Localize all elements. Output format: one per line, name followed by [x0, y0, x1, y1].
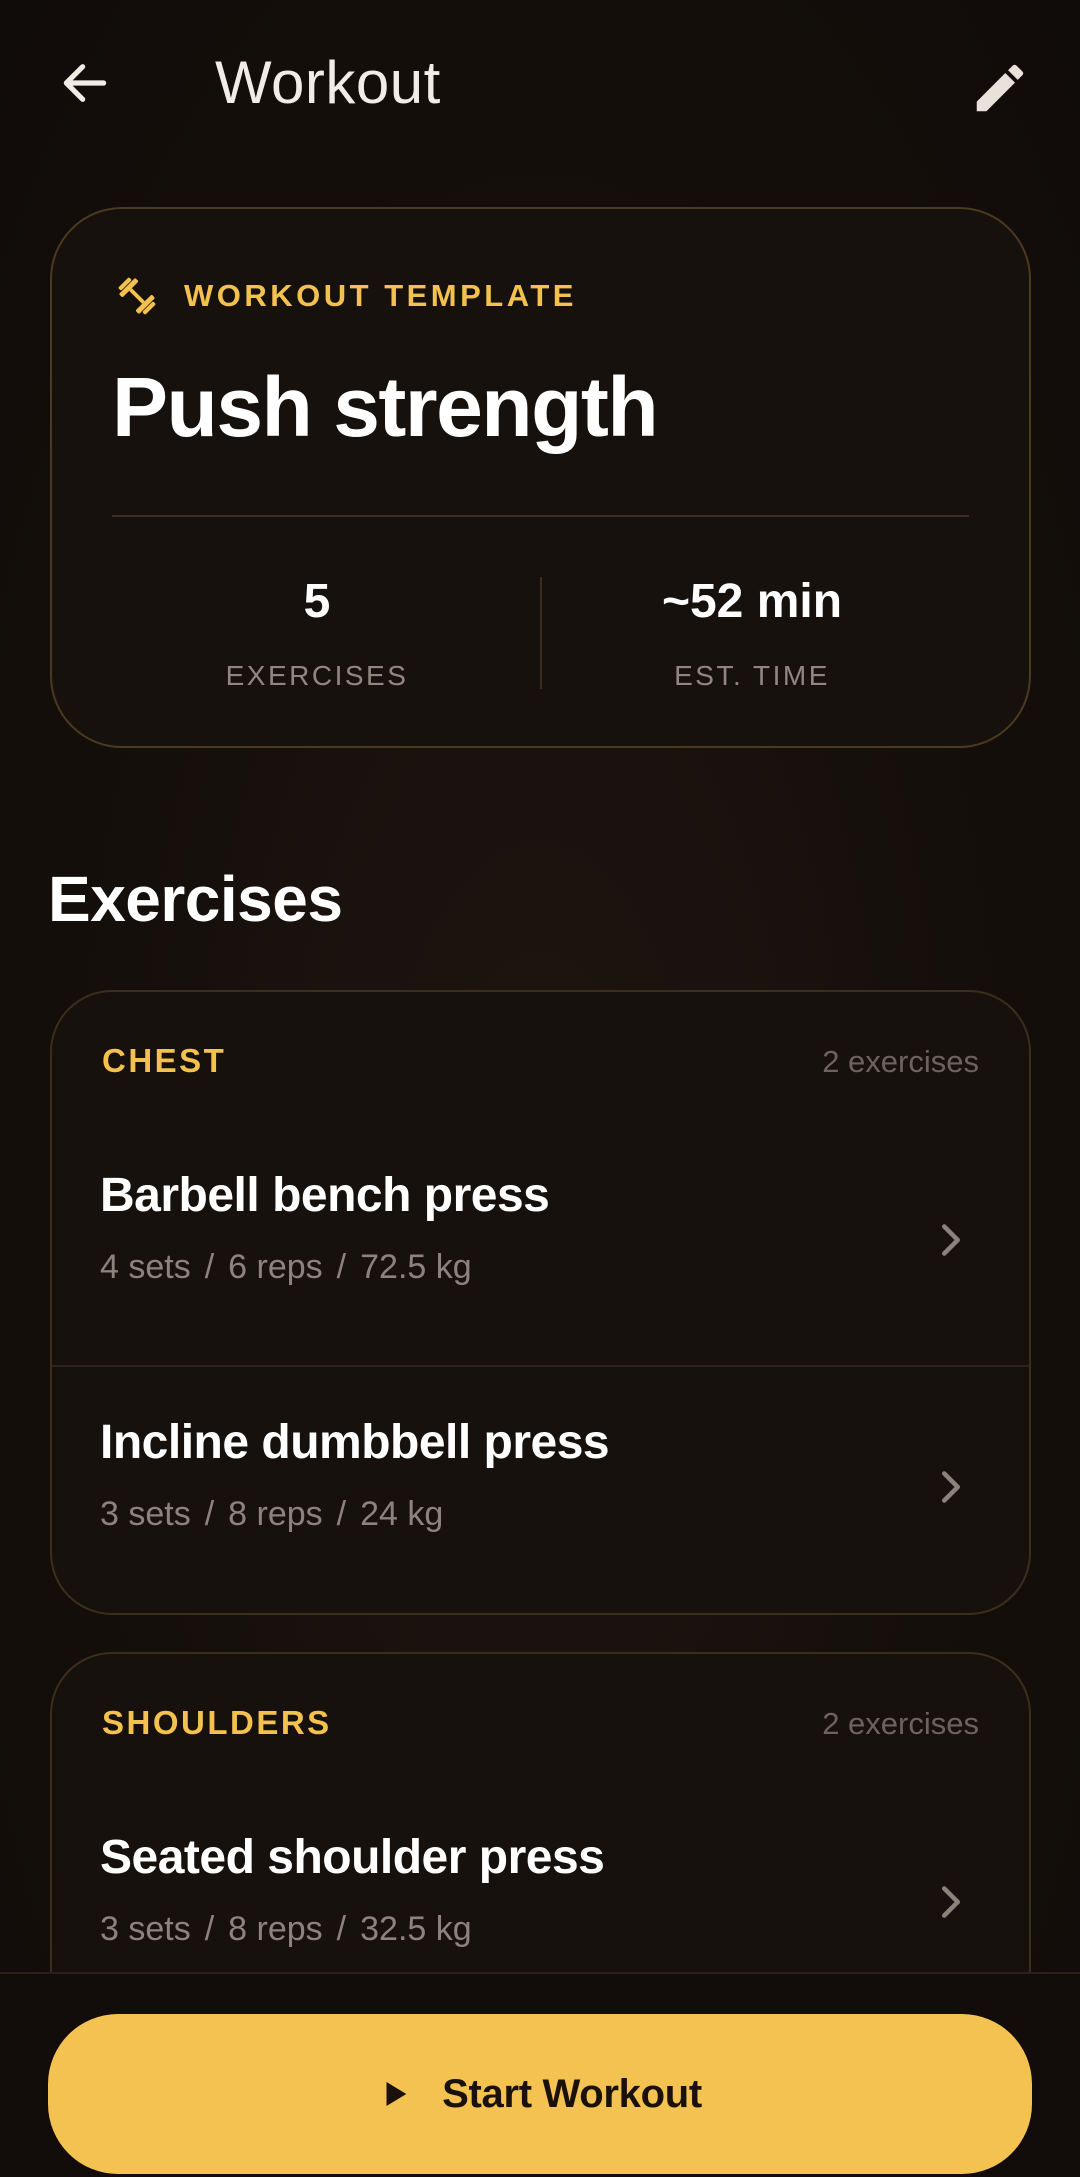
exercise-sets: 3 sets: [100, 1495, 191, 1533]
meta-separator: /: [204, 1910, 215, 1948]
meta-separator: /: [204, 1495, 215, 1533]
meta-separator: /: [336, 1910, 347, 1948]
dumbbell-icon: [118, 277, 156, 315]
group-count: 2 exercises: [822, 1706, 979, 1741]
exercise-group-chest: CHEST 2 exercises Barbell bench press 4 …: [50, 990, 1031, 1615]
card-divider: [112, 515, 969, 517]
exercise-sets: 3 sets: [100, 1910, 191, 1948]
template-label: WORKOUT TEMPLATE: [184, 278, 577, 313]
exercise-weight: 72.5 kg: [360, 1248, 472, 1286]
page-title: Workout: [215, 49, 441, 116]
exercise-row-barbell-bench-press[interactable]: Barbell bench press 4 sets / 6 reps / 72.5 k…: [52, 1120, 1029, 1366]
exercise-reps: 6 reps: [228, 1248, 323, 1286]
exercise-sets: 4 sets: [100, 1248, 191, 1286]
exercise-reps: 8 reps: [228, 1495, 323, 1533]
group-name: SHOULDERS: [102, 1704, 332, 1741]
workout-template-card: WORKOUT TEMPLATE Push strength 5 EXERCIS…: [50, 207, 1031, 748]
stat-label: EXERCISES: [225, 660, 409, 691]
template-label-row: WORKOUT TEMPLATE: [114, 273, 577, 319]
exercise-weight: 32.5 kg: [360, 1910, 472, 1948]
back-button[interactable]: [50, 48, 120, 118]
exercise-meta: 4 sets / 6 reps / 72.5 kg: [100, 1248, 472, 1287]
start-workout-label: Start Workout: [442, 2071, 702, 2116]
group-name: CHEST: [102, 1042, 227, 1079]
bottom-action-bar: Start Workout: [0, 1972, 1080, 2177]
group-count: 2 exercises: [822, 1044, 979, 1079]
play-icon: [386, 2081, 407, 2107]
group-header: CHEST 2 exercises: [102, 1042, 979, 1086]
stat-value: 5: [303, 575, 331, 628]
stat-est-time: ~52 min EST. TIME: [542, 574, 962, 692]
meta-separator: /: [336, 1248, 347, 1286]
exercise-name: Seated shoulder press: [100, 1831, 605, 1884]
exercise-weight: 24 kg: [360, 1495, 444, 1533]
stat-exercises: 5 EXERCISES: [107, 574, 527, 692]
exercise-reps: 8 reps: [228, 1910, 323, 1948]
workout-screen: Workout WORKOUT TEMPLATE Push strength 5…: [0, 0, 1080, 2177]
exercise-meta: 3 sets / 8 reps / 24 kg: [100, 1495, 443, 1534]
chevron-right-icon: [931, 1467, 971, 1507]
exercise-name: Barbell bench press: [100, 1169, 550, 1222]
meta-separator: /: [204, 1248, 215, 1286]
arrow-left-icon: [63, 64, 107, 102]
pencil-icon: [976, 64, 1024, 112]
stat-label: EST. TIME: [674, 660, 830, 691]
exercise-name: Incline dumbbell press: [100, 1416, 610, 1469]
template-name: Push strength: [112, 360, 659, 454]
chevron-right-icon: [931, 1882, 971, 1922]
top-app-bar: Workout: [0, 0, 1080, 170]
exercise-row-incline-dumbbell-press[interactable]: Incline dumbbell press 3 sets / 8 reps / 24 …: [52, 1367, 1029, 1613]
meta-separator: /: [336, 1495, 347, 1533]
start-workout-button[interactable]: Start Workout: [48, 2014, 1032, 2174]
chevron-right-icon: [931, 1220, 971, 1260]
section-title: Exercises: [48, 863, 343, 935]
edit-button[interactable]: [960, 48, 1040, 128]
stat-value: ~52 min: [661, 575, 843, 628]
group-header: SHOULDERS 2 exercises: [102, 1704, 979, 1748]
exercise-meta: 3 sets / 8 reps / 32.5 kg: [100, 1910, 472, 1949]
